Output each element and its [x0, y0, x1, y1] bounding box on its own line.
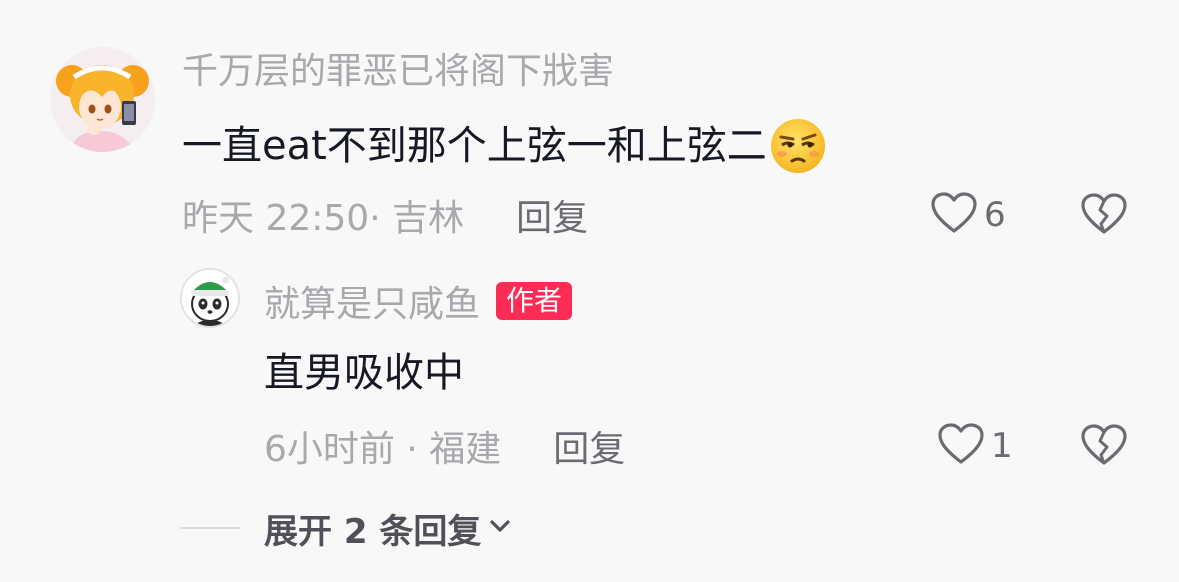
broken-heart-icon	[1080, 424, 1128, 471]
reply-time-location: 6小时前 · 福建	[264, 429, 502, 470]
squinting-skeptical-face-emoji-icon	[769, 117, 827, 175]
reply-like-count: 1	[991, 426, 1013, 466]
reply-meta-row: 6小时前 · 福建 回复	[264, 420, 904, 472]
comment-time-location: 昨天 22:50· 吉林	[182, 198, 465, 239]
heart-outline-icon	[937, 422, 985, 470]
panda-santa-hat-avatar-icon	[182, 270, 238, 326]
divider-line	[180, 527, 240, 529]
expand-replies-button[interactable]: 展开 2 条回复	[180, 505, 513, 552]
reply-dislike-button[interactable]	[1080, 423, 1128, 471]
replier-username[interactable]: 就算是只咸鱼	[264, 275, 480, 327]
heart-outline-icon	[930, 191, 978, 239]
author-badge: 作者	[496, 282, 573, 320]
commenter-avatar[interactable]	[50, 47, 155, 152]
anime-girl-avatar-icon	[50, 47, 155, 152]
comment-dislike-button[interactable]	[1080, 192, 1128, 240]
broken-heart-icon	[1080, 193, 1128, 240]
comment-text-row: 一直eat不到那个上弦一和上弦二	[182, 117, 827, 175]
reply-like-button[interactable]: 1	[937, 422, 1013, 470]
comment-like-button[interactable]: 6	[930, 191, 1006, 239]
replier-avatar[interactable]	[180, 268, 240, 328]
chevron-down-icon	[487, 513, 513, 543]
commenter-username[interactable]: 千万层的罪恶已将阁下戕害	[182, 50, 614, 94]
reply-reply-button[interactable]: 回复	[553, 420, 625, 472]
expand-replies-label: 展开 2 条回复	[264, 511, 482, 552]
comment-reply-button[interactable]: 回复	[516, 189, 588, 241]
replier-username-row: 就算是只咸鱼 作者	[264, 275, 573, 327]
reply-text: 直男吸收中	[264, 350, 464, 396]
comment-text: 一直eat不到那个上弦一和上弦二	[182, 123, 767, 169]
comment-like-count: 6	[984, 195, 1006, 235]
